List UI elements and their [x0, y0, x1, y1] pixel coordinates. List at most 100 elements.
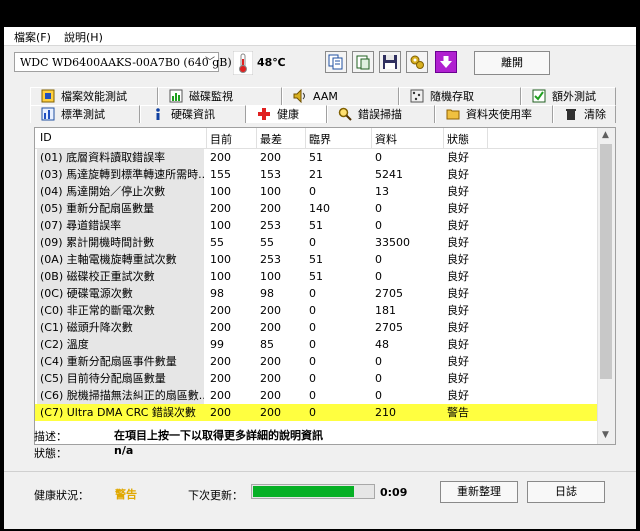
- tab-disk-monitor[interactable]: 磁碟監視: [158, 87, 282, 105]
- progress-fill: [253, 486, 354, 497]
- attribute-name: (0C) 硬碟電源次數: [37, 285, 204, 302]
- table-row[interactable]: (0A) 主軸電機旋轉重試次數 100 253 51 0 良好: [35, 251, 599, 268]
- folder-icon: [446, 109, 460, 120]
- refresh-button[interactable]: 重新整理: [440, 481, 518, 503]
- health-status-label: 健康狀況：: [34, 489, 89, 502]
- table-row[interactable]: (07) 尋道錯誤率 100 253 51 0 良好: [35, 217, 599, 234]
- tab-label: AAM: [313, 90, 338, 103]
- table-cell: 2705: [375, 321, 403, 334]
- attribute-name: (04) 馬達開始／停止次數: [37, 183, 204, 200]
- table-row[interactable]: (C6) 脫機掃描無法糾正的扇區數... 200 200 0 0 良好: [35, 387, 599, 404]
- table-cell: 0: [309, 304, 316, 317]
- table-cell: 0: [375, 270, 382, 283]
- column-header[interactable]: 資料: [375, 131, 397, 147]
- table-cell: 21: [309, 168, 323, 181]
- column-header[interactable]: 最差: [260, 131, 282, 147]
- table-cell: 51: [309, 253, 323, 266]
- copy-button[interactable]: [325, 51, 347, 73]
- table-row[interactable]: (C2) 溫度 99 85 0 48 良好: [35, 336, 599, 353]
- table-cell: 153: [260, 168, 281, 181]
- table-row[interactable]: (0B) 磁碟校正重試次數 100 100 51 0 良好: [35, 268, 599, 285]
- separator: [4, 471, 636, 472]
- attribute-name: (C4) 重新分配扇區事件數量: [37, 353, 204, 370]
- column-header[interactable]: 目前: [210, 131, 232, 147]
- table-row[interactable]: (0C) 硬碟電源次數 98 98 0 2705 良好: [35, 285, 599, 302]
- options-button[interactable]: [406, 51, 428, 73]
- attribute-name: (0B) 磁碟校正重試次數: [37, 268, 204, 285]
- chevron-down-icon: ﹀: [205, 57, 215, 68]
- table-cell: 0: [375, 355, 382, 368]
- table-cell: 51: [309, 151, 323, 164]
- table-cell: 100: [210, 219, 231, 232]
- table-row[interactable]: (03) 馬達旋轉到標準轉速所需時... 155 153 21 5241 良好: [35, 166, 599, 183]
- table-cell: 200: [210, 304, 231, 317]
- table-cell: 警告: [447, 406, 469, 419]
- scroll-up-icon[interactable]: ▲: [602, 130, 609, 140]
- table-row[interactable]: (C7) Ultra DMA CRC 錯誤次數 200 200 0 210 警告: [35, 404, 599, 421]
- menu-help[interactable]: 說明(H): [64, 29, 103, 45]
- exit-button[interactable]: 離開: [474, 51, 550, 75]
- description-label: 描述：: [34, 430, 67, 443]
- table-cell: 0: [375, 219, 382, 232]
- tab-folder-usage[interactable]: 資料夾使用率: [435, 105, 553, 123]
- table-row[interactable]: (C5) 目前待分配扇區數量 200 200 0 0 良好: [35, 370, 599, 387]
- table-row[interactable]: (05) 重新分配扇區數量 200 200 140 0 良好: [35, 200, 599, 217]
- table-row[interactable]: (01) 底層資料讀取錯誤率 200 200 51 0 良好: [35, 149, 599, 166]
- table-row[interactable]: (C0) 非正常的斷電次數 200 200 0 181 良好: [35, 302, 599, 319]
- column-header[interactable]: 臨界: [309, 131, 331, 147]
- tab-label: 清除: [584, 108, 606, 121]
- table-cell: 100: [260, 270, 281, 283]
- table-cell: 0: [309, 338, 316, 351]
- attribute-name: (0A) 主軸電機旋轉重試次數: [37, 251, 204, 268]
- magnifier-icon: [338, 107, 352, 121]
- table-cell: 55: [210, 236, 224, 249]
- table-row[interactable]: (09) 累計開機時間計數 55 55 0 33500 良好: [35, 234, 599, 251]
- table-cell: 140: [309, 202, 330, 215]
- next-update-label: 下次更新：: [188, 489, 243, 502]
- random-access-icon: [410, 89, 424, 103]
- extra-test-icon: [532, 89, 546, 103]
- attribute-name: (05) 重新分配扇區數量: [37, 200, 204, 217]
- save-button[interactable]: [379, 51, 401, 73]
- table-cell: 100: [210, 185, 231, 198]
- table-cell: 100: [260, 185, 281, 198]
- table-row[interactable]: (C4) 重新分配扇區事件數量 200 200 0 0 良好: [35, 353, 599, 370]
- scroll-thumb[interactable]: [600, 144, 612, 379]
- table-cell: 200: [260, 304, 281, 317]
- attribute-name: (09) 累計開機時間計數: [37, 234, 204, 251]
- table-cell: 0: [309, 236, 316, 249]
- tab-label: 隨機存取: [430, 90, 474, 103]
- tab-label: 硬碟資訊: [171, 108, 215, 121]
- table-row[interactable]: (C1) 磁頭升降次數 200 200 0 2705 良好: [35, 319, 599, 336]
- column-header[interactable]: 狀態: [447, 131, 469, 147]
- tab-health[interactable]: 健康: [246, 105, 327, 123]
- table-cell: 0: [309, 287, 316, 300]
- tab-file-benchmark[interactable]: 檔案效能測試: [30, 87, 158, 105]
- tab-extra-tests[interactable]: 額外測試: [521, 87, 616, 105]
- table-cell: 51: [309, 219, 323, 232]
- table-cell: 100: [210, 270, 231, 283]
- tab-random-access[interactable]: 隨機存取: [399, 87, 521, 105]
- drive-select[interactable]: WDC WD6400AAKS-00A7B0 (640 gB) ﹀: [14, 52, 232, 72]
- tab-aam[interactable]: AAM: [282, 87, 399, 105]
- table-cell: 48: [375, 338, 389, 351]
- log-button[interactable]: 日誌: [527, 481, 605, 503]
- attribute-name: (C1) 磁頭升降次數: [37, 319, 204, 336]
- download-button[interactable]: [435, 51, 457, 73]
- update-timer: 0:09: [380, 486, 408, 499]
- copy-text-button[interactable]: [352, 51, 374, 73]
- scroll-down-icon[interactable]: ▼: [602, 430, 609, 440]
- menu-file[interactable]: 檔案(F): [14, 29, 51, 45]
- app-window: 檔案(F) 說明(H) WDC WD6400AAKS-00A7B0 (640 g…: [4, 27, 636, 529]
- tab-disk-info[interactable]: 硬碟資訊: [140, 105, 246, 123]
- table-cell: 5241: [375, 168, 403, 181]
- speaker-icon: [293, 89, 305, 103]
- tab-error-scan[interactable]: 錯誤掃描: [327, 105, 435, 123]
- tab-benchmark[interactable]: 標準測試: [30, 105, 140, 123]
- tab-erase[interactable]: 清除: [553, 105, 616, 123]
- column-header[interactable]: ID: [40, 131, 52, 144]
- vertical-scrollbar[interactable]: ▲ ▼: [597, 128, 615, 444]
- table-cell: 0: [375, 202, 382, 215]
- table-row[interactable]: (04) 馬達開始／停止次數 100 100 0 13 良好: [35, 183, 599, 200]
- table-cell: 0: [375, 389, 382, 402]
